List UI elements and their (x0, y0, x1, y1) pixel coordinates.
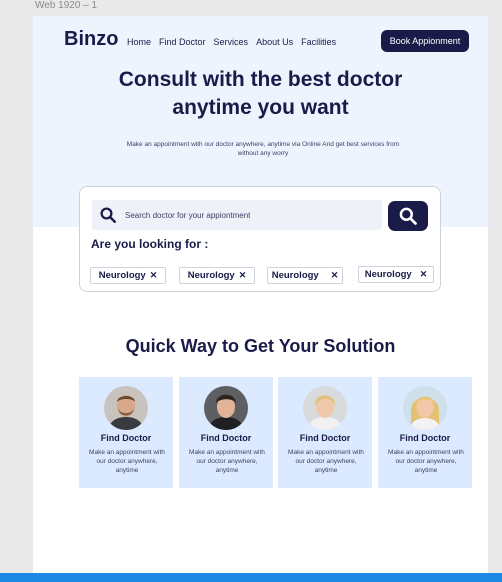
filter-chip-label: Neurology (98, 270, 146, 281)
hero-title-line-2: anytime you want (172, 96, 349, 119)
search-input[interactable] (125, 200, 375, 230)
close-icon[interactable]: ✕ (420, 269, 428, 280)
hero-subtitle: Make an appointment with our doctor anyw… (126, 141, 400, 157)
hero-title: Consult with the best doctor anytime you… (33, 66, 488, 122)
search-field[interactable] (92, 200, 382, 230)
nav-item-facilities[interactable]: Facilities (301, 37, 336, 47)
avatar (303, 386, 347, 430)
hero-title-line-1: Consult with the best doctor (118, 68, 403, 91)
brand-logo[interactable]: Binzo (64, 28, 118, 51)
filter-chip-label: Neurology (271, 270, 319, 281)
nav-item-find-doctor[interactable]: Find Doctor (159, 37, 206, 47)
card-title: Find Doctor (299, 433, 351, 443)
avatar (403, 386, 447, 430)
card-title: Find Doctor (200, 433, 252, 443)
looking-for-label: Are you looking for : (91, 237, 209, 251)
frame-label: Web 1920 – 1 (35, 0, 98, 11)
card-description: Make an appointment with our doctor anyw… (388, 449, 464, 474)
book-appointment-button[interactable]: Book Appionment (381, 30, 469, 52)
service-card[interactable]: Find Doctor Make an appointment with our… (79, 377, 173, 488)
avatar (104, 386, 148, 430)
nav-item-services[interactable]: Services (214, 37, 249, 47)
close-icon[interactable]: ✕ (239, 270, 247, 281)
main-nav: Home Find Doctor Services About Us Facil… (127, 37, 336, 47)
section-title: Quick Way to Get Your Solution (125, 336, 396, 356)
nav-item-home[interactable]: Home (127, 37, 151, 47)
service-card[interactable]: Find Doctor Make an appointment with our… (378, 377, 472, 488)
search-icon (399, 207, 417, 225)
close-icon[interactable]: ✕ (331, 270, 339, 281)
filter-chip[interactable]: Neurology ✕ (358, 266, 434, 283)
nav-item-about-us[interactable]: About Us (256, 37, 293, 47)
page-frame: Binzo Home Find Doctor Services About Us… (33, 16, 488, 576)
card-title: Find Doctor (100, 433, 152, 443)
service-card[interactable]: Find Doctor Make an appointment with our… (278, 377, 372, 488)
search-card: Are you looking for : Neurology ✕ Neurolo… (79, 186, 441, 292)
filter-chip-label: Neurology (187, 270, 235, 281)
card-description: Make an appointment with our doctor anyw… (189, 449, 265, 474)
search-button[interactable] (388, 201, 428, 231)
close-icon[interactable]: ✕ (150, 270, 158, 281)
card-description: Make an appointment with our doctor anyw… (288, 449, 364, 474)
filter-chip-label: Neurology (364, 269, 412, 280)
filter-chip[interactable]: Neurology ✕ (267, 267, 343, 284)
search-icon (100, 207, 116, 223)
card-description: Make an appointment with our doctor anyw… (89, 449, 165, 474)
bottom-accent-bar (0, 573, 502, 582)
card-title: Find Doctor (399, 433, 451, 443)
service-card[interactable]: Find Doctor Make an appointment with our… (179, 377, 273, 488)
avatar (204, 386, 248, 430)
filter-chip[interactable]: Neurology ✕ (90, 267, 166, 284)
filter-chip[interactable]: Neurology ✕ (179, 267, 255, 284)
